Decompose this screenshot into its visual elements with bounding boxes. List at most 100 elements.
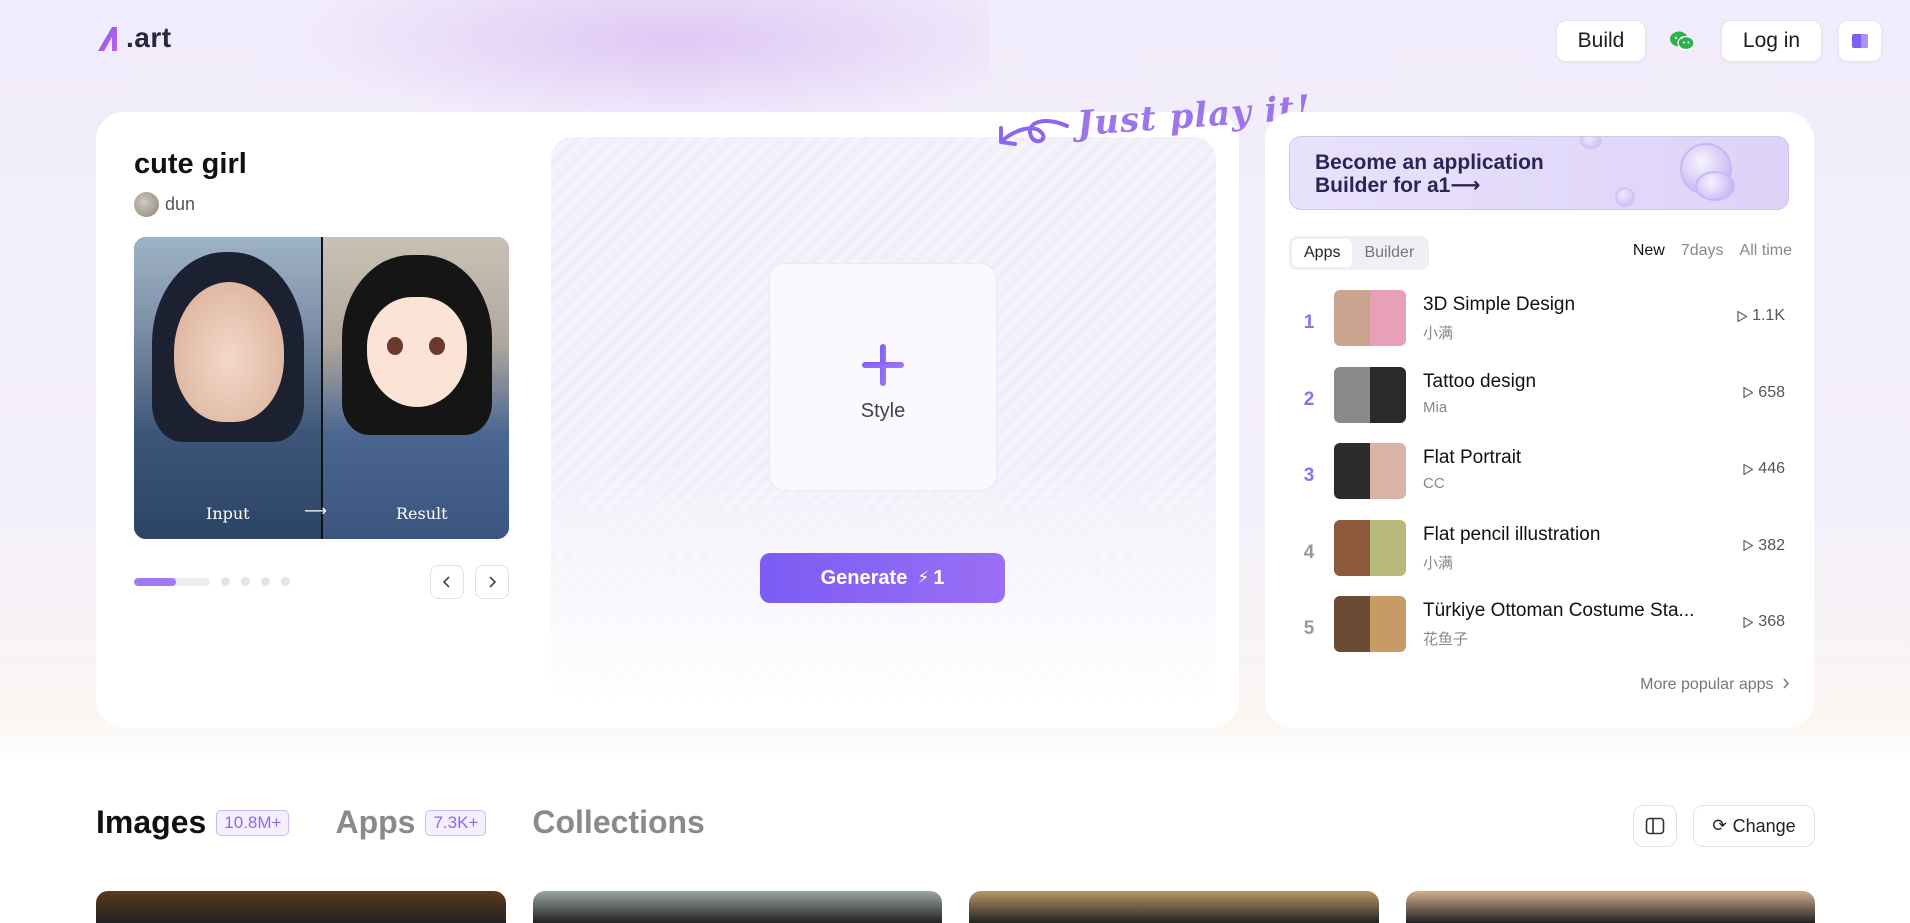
app-thumbnail <box>1334 596 1406 652</box>
wechat-button[interactable] <box>1660 20 1704 62</box>
list-item[interactable]: 3 Flat Portrait CC 446 <box>1289 443 1789 520</box>
play-count: 446 <box>1742 460 1785 478</box>
compare-divider[interactable] <box>321 237 323 539</box>
book-icon <box>1852 34 1868 48</box>
wechat-icon <box>1670 31 1695 51</box>
sidebar-toggle-button[interactable] <box>1838 20 1882 62</box>
input-label: Input <box>206 504 250 523</box>
change-label: Change <box>1732 815 1796 836</box>
app-author: 小满 <box>1423 554 1454 572</box>
login-button[interactable]: Log in <box>1721 20 1822 62</box>
banner-text: Become an application Builder for a1⟶ <box>1315 151 1544 197</box>
generate-label: Generate <box>820 566 908 589</box>
chevron-left-icon <box>442 576 450 588</box>
ranking-list: 1 3D Simple Design 小满 1.1K 2 Tattoo design Mia… <box>1289 290 1789 673</box>
app-thumbnail <box>1334 519 1406 576</box>
tab-apps[interactable]: Apps <box>1292 239 1353 267</box>
app-author: CC <box>1423 475 1445 492</box>
style-label: Style <box>860 400 906 422</box>
gallery-image[interactable] <box>969 891 1379 923</box>
carousel-dot[interactable] <box>281 577 290 586</box>
play-count: 368 <box>1742 613 1785 631</box>
generate-cost: 1 <box>933 566 945 589</box>
app-thumbnail <box>1334 443 1406 499</box>
generate-button[interactable]: Generate ⚡ 1 <box>760 553 1005 603</box>
result-label: Result <box>396 504 448 523</box>
rank-number: 3 <box>1303 465 1315 486</box>
time-filters: New 7days All time <box>1617 242 1792 260</box>
app-author: Mia <box>1423 398 1448 416</box>
input-image <box>134 237 322 539</box>
gallery-image[interactable] <box>96 891 506 923</box>
layout-toggle-button[interactable] <box>1633 805 1677 847</box>
change-button[interactable]: ⟳ Change <box>1693 805 1815 847</box>
carousel-indicator <box>134 577 290 586</box>
carousel-dot[interactable] <box>241 577 250 586</box>
author[interactable]: dun <box>134 192 195 217</box>
panel-tabs: Apps Builder <box>1289 236 1430 270</box>
filter-new[interactable]: New <box>1633 242 1665 260</box>
tab-collections[interactable]: Collections <box>532 804 704 841</box>
play-count: 382 <box>1742 537 1785 555</box>
play-icon <box>1737 310 1748 322</box>
logo-text: .art <box>126 22 172 53</box>
filter-7days[interactable]: 7days <box>1681 242 1724 260</box>
app-card: cute girl dun Input ⟶ Result Style Gener… <box>96 112 1239 728</box>
tab-images[interactable]: Images 10.8M+ <box>96 804 290 841</box>
play-icon <box>1743 616 1754 628</box>
count-badge: 10.8M+ <box>216 809 290 836</box>
section-tabs: Images 10.8M+ Apps 7.3K+ Collections <box>96 804 751 841</box>
logo[interactable]: .art <box>96 22 172 54</box>
coin-icon <box>1615 187 1635 207</box>
app-name: Türkiye Ottoman Costume Sta... <box>1423 600 1695 621</box>
tab-builder[interactable]: Builder <box>1352 239 1426 267</box>
rank-number: 4 <box>1303 541 1315 563</box>
app-name: Tattoo design <box>1423 370 1537 392</box>
app-thumbnail <box>1334 290 1406 346</box>
list-item[interactable]: 5 Türkiye Ottoman Costume Sta... 花鱼子 368 <box>1289 596 1789 673</box>
app-name: 3D Simple Design <box>1423 294 1576 315</box>
play-icon <box>1743 463 1754 475</box>
play-count: 1.1K <box>1736 307 1785 325</box>
carousel-dot-active[interactable] <box>134 577 210 586</box>
preview-image: Input ⟶ Result <box>134 237 509 539</box>
avatar <box>134 192 159 217</box>
list-item[interactable]: 1 3D Simple Design 小满 1.1K <box>1289 290 1789 367</box>
play-icon <box>1743 539 1754 552</box>
carousel-dot[interactable] <box>221 577 230 586</box>
gallery-image[interactable] <box>532 891 942 923</box>
build-button[interactable]: Build <box>1556 20 1646 62</box>
app-name: Flat Portrait <box>1423 447 1522 468</box>
builder-banner[interactable]: Become an application Builder for a1⟶ <box>1289 136 1789 210</box>
list-item[interactable]: 2 Tattoo design Mia 658 <box>1289 366 1789 444</box>
carousel-dot[interactable] <box>261 577 270 586</box>
author-name: dun <box>165 194 196 214</box>
add-style-button[interactable]: Style <box>769 263 997 491</box>
play-icon <box>1743 386 1754 399</box>
next-button[interactable] <box>475 565 509 599</box>
gallery-image[interactable] <box>1405 891 1815 923</box>
more-popular-apps-link[interactable]: More popular apps <box>1640 676 1790 694</box>
arrow-right-icon: ⟶ <box>304 503 327 520</box>
app-author: 小满 <box>1423 325 1454 342</box>
chevron-right-icon <box>1783 678 1790 689</box>
ranking-panel: Become an application Builder for a1⟶ Ap… <box>1265 112 1814 728</box>
lightning-icon: ⚡ <box>917 568 930 587</box>
prev-button[interactable] <box>430 565 464 599</box>
tab-apps[interactable]: Apps 7.3K+ <box>335 804 487 841</box>
result-image <box>322 237 509 539</box>
curved-arrow-icon <box>999 119 1069 146</box>
filter-all-time[interactable]: All time <box>1740 242 1792 260</box>
coin-icon <box>1580 137 1602 149</box>
chevron-right-icon <box>489 576 497 588</box>
rank-number: 1 <box>1303 312 1315 333</box>
refresh-icon: ⟳ <box>1712 816 1727 835</box>
list-item[interactable]: 4 Flat pencil illustration 小满 382 <box>1289 519 1789 597</box>
rank-number: 5 <box>1303 618 1315 639</box>
play-count: 658 <box>1742 384 1785 402</box>
coin-icon <box>1695 171 1735 201</box>
layout-icon <box>1645 817 1665 835</box>
plus-icon <box>862 344 904 386</box>
rank-number: 2 <box>1303 388 1315 410</box>
gallery-row <box>96 891 1815 923</box>
